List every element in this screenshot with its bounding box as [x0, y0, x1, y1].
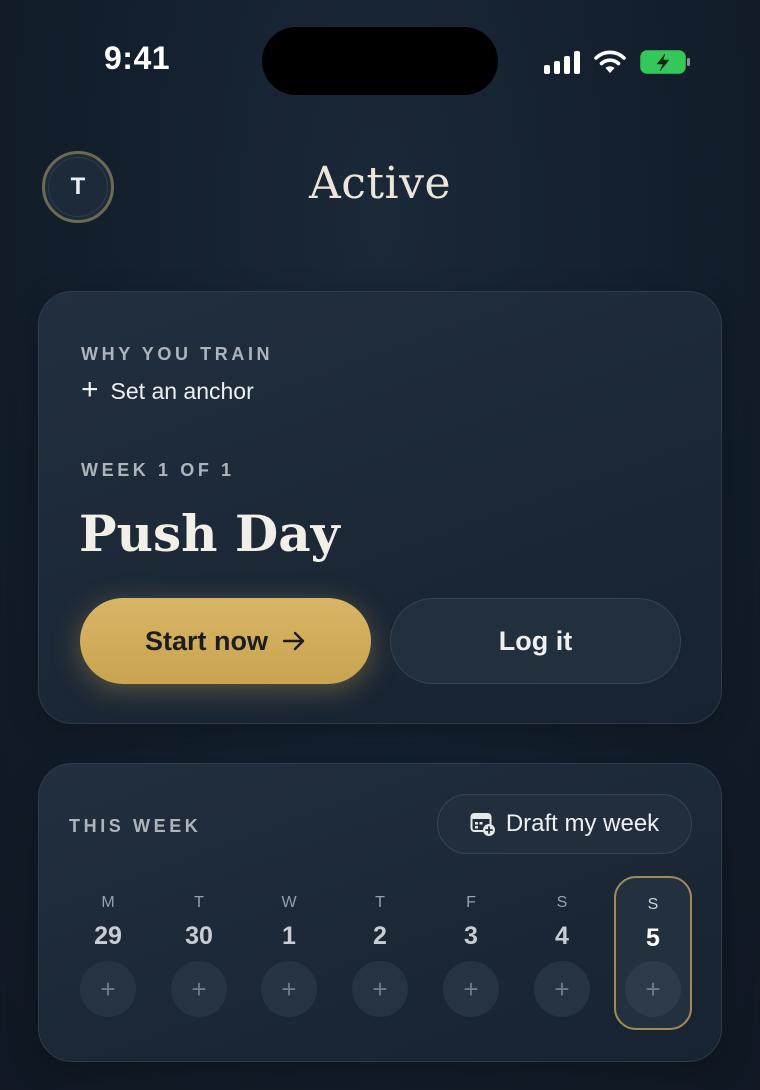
arrow-right-icon	[282, 631, 305, 651]
draft-my-week-button[interactable]: Draft my week	[437, 794, 692, 854]
add-workout-button[interactable]: +	[352, 961, 408, 1017]
start-now-button[interactable]: Start now	[80, 598, 371, 684]
this-week-card: THIS WEEK Draft my week M 29 + T 30 + W …	[38, 763, 722, 1062]
day-date: 30	[185, 922, 213, 950]
day-letter: W	[281, 894, 297, 911]
battery-charging-icon	[640, 50, 690, 74]
day-letter: T	[194, 894, 204, 911]
workout-title: Push Day	[79, 504, 340, 563]
dynamic-island	[262, 27, 498, 95]
this-week-label: THIS WEEK	[69, 816, 202, 836]
start-now-label: Start now	[144, 625, 268, 656]
day-sunday-selected[interactable]: S 5 +	[614, 876, 692, 1030]
day-letter: S	[647, 896, 659, 913]
wifi-icon	[594, 50, 626, 73]
day-wednesday[interactable]: W 1 +	[250, 876, 328, 1030]
add-workout-button[interactable]: +	[80, 961, 136, 1017]
day-friday[interactable]: F 3 +	[432, 876, 510, 1030]
status-icons	[544, 45, 692, 79]
day-thursday[interactable]: T 2 +	[341, 876, 419, 1030]
status-time: 9:41	[104, 40, 171, 76]
add-workout-button[interactable]: +	[171, 961, 227, 1017]
log-it-button[interactable]: Log it	[390, 598, 681, 684]
add-workout-button[interactable]: +	[534, 961, 590, 1017]
status-bar: 9:41	[0, 0, 760, 120]
day-letter: S	[556, 894, 568, 911]
week-progress-label: WEEK 1 OF 1	[81, 460, 235, 480]
plus-icon: +	[81, 373, 99, 406]
set-anchor-button[interactable]: + Set an anchor	[81, 373, 254, 406]
set-anchor-label: Set an anchor	[110, 378, 254, 404]
add-workout-button[interactable]: +	[625, 961, 681, 1017]
day-letter: M	[101, 894, 115, 911]
week-day-strip: M 29 + T 30 + W 1 + T 2 + F 3 + S 4 + S …	[39, 876, 723, 1046]
calendar-add-icon	[470, 813, 495, 836]
day-letter: F	[466, 894, 476, 911]
day-monday[interactable]: M 29 +	[69, 876, 147, 1030]
day-date: 4	[555, 922, 569, 950]
day-date: 2	[373, 922, 387, 950]
program-card: WHY YOU TRAIN + Set an anchor WEEK 1 OF …	[38, 291, 722, 724]
page-title: Active	[308, 158, 452, 209]
add-workout-button[interactable]: +	[443, 961, 499, 1017]
day-date: 29	[94, 922, 122, 950]
add-workout-button[interactable]: +	[261, 961, 317, 1017]
day-tuesday[interactable]: T 30 +	[160, 876, 238, 1030]
draft-my-week-label: Draft my week	[505, 810, 660, 837]
day-saturday[interactable]: S 4 +	[523, 876, 601, 1030]
signal-icon	[544, 50, 580, 74]
day-date: 5	[646, 924, 660, 952]
day-date: 3	[464, 922, 478, 950]
day-date: 1	[282, 922, 296, 950]
why-you-train-label: WHY YOU TRAIN	[81, 344, 274, 364]
day-letter: T	[375, 894, 385, 911]
